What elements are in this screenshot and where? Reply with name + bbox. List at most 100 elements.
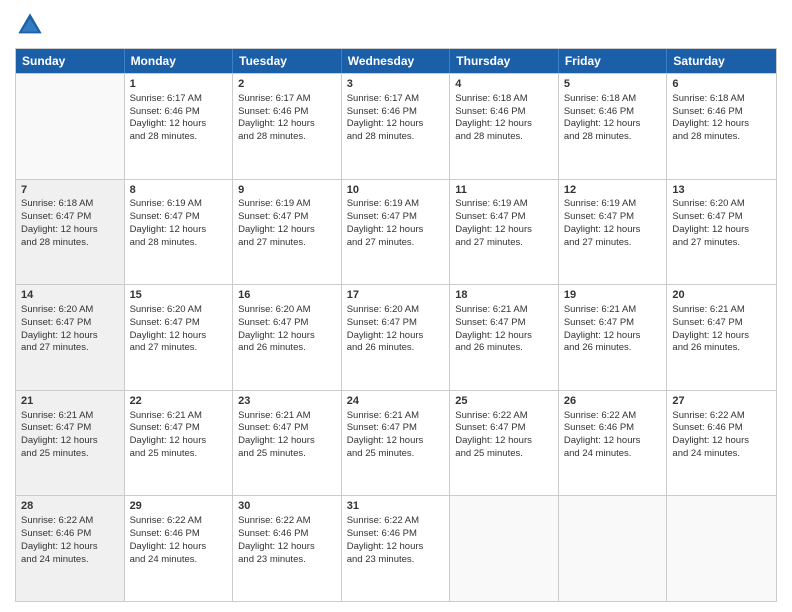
day-number: 5 xyxy=(564,77,662,92)
calendar: SundayMondayTuesdayWednesdayThursdayFrid… xyxy=(15,48,777,602)
calendar-cell: 22Sunrise: 6:21 AM Sunset: 6:47 PM Dayli… xyxy=(125,391,234,496)
calendar-cell: 20Sunrise: 6:21 AM Sunset: 6:47 PM Dayli… xyxy=(667,285,776,390)
cell-text: Sunrise: 6:20 AM Sunset: 6:47 PM Dayligh… xyxy=(347,304,445,355)
calendar-cell: 7Sunrise: 6:18 AM Sunset: 6:47 PM Daylig… xyxy=(16,180,125,285)
cell-text: Sunrise: 6:21 AM Sunset: 6:47 PM Dayligh… xyxy=(21,410,119,461)
calendar-cell: 5Sunrise: 6:18 AM Sunset: 6:46 PM Daylig… xyxy=(559,74,668,179)
day-number: 19 xyxy=(564,288,662,303)
cell-text: Sunrise: 6:22 AM Sunset: 6:46 PM Dayligh… xyxy=(347,515,445,566)
calendar-cell: 29Sunrise: 6:22 AM Sunset: 6:46 PM Dayli… xyxy=(125,496,234,601)
cell-text: Sunrise: 6:19 AM Sunset: 6:47 PM Dayligh… xyxy=(347,198,445,249)
day-number: 7 xyxy=(21,183,119,198)
day-number: 8 xyxy=(130,183,228,198)
header-day: Saturday xyxy=(667,49,776,73)
header xyxy=(15,10,777,40)
logo-icon xyxy=(15,10,45,40)
calendar-cell: 3Sunrise: 6:17 AM Sunset: 6:46 PM Daylig… xyxy=(342,74,451,179)
cell-text: Sunrise: 6:22 AM Sunset: 6:46 PM Dayligh… xyxy=(564,410,662,461)
day-number: 6 xyxy=(672,77,771,92)
cell-text: Sunrise: 6:21 AM Sunset: 6:47 PM Dayligh… xyxy=(672,304,771,355)
day-number: 27 xyxy=(672,394,771,409)
calendar-row: 14Sunrise: 6:20 AM Sunset: 6:47 PM Dayli… xyxy=(16,284,776,390)
calendar-cell: 30Sunrise: 6:22 AM Sunset: 6:46 PM Dayli… xyxy=(233,496,342,601)
calendar-cell xyxy=(450,496,559,601)
day-number: 28 xyxy=(21,499,119,514)
cell-text: Sunrise: 6:17 AM Sunset: 6:46 PM Dayligh… xyxy=(238,93,336,144)
day-number: 22 xyxy=(130,394,228,409)
calendar-header: SundayMondayTuesdayWednesdayThursdayFrid… xyxy=(16,49,776,73)
cell-text: Sunrise: 6:20 AM Sunset: 6:47 PM Dayligh… xyxy=(130,304,228,355)
day-number: 13 xyxy=(672,183,771,198)
day-number: 31 xyxy=(347,499,445,514)
day-number: 10 xyxy=(347,183,445,198)
cell-text: Sunrise: 6:22 AM Sunset: 6:46 PM Dayligh… xyxy=(672,410,771,461)
calendar-row: 28 Sunrise: 6:22 AM Sunset: 6:46 PM Dayli… xyxy=(16,495,776,601)
header-day: Friday xyxy=(559,49,668,73)
cell-text: Sunrise: 6:22 AM Sunset: 6:46 PM Dayligh… xyxy=(238,515,336,566)
cell-text: Sunrise: 6:21 AM Sunset: 6:47 PM Dayligh… xyxy=(238,410,336,461)
cell-text: Sunrise: 6:20 AM Sunset: 6:47 PM Dayligh… xyxy=(21,304,119,355)
day-number: 24 xyxy=(347,394,445,409)
day-number: 29 xyxy=(130,499,228,514)
calendar-cell: 25Sunrise: 6:22 AM Sunset: 6:47 PM Dayli… xyxy=(450,391,559,496)
calendar-cell: 23Sunrise: 6:21 AM Sunset: 6:47 PM Dayli… xyxy=(233,391,342,496)
calendar-cell: 24Sunrise: 6:21 AM Sunset: 6:47 PM Dayli… xyxy=(342,391,451,496)
calendar-cell: 28Sunrise: 6:22 AM Sunset: 6:46 PM Dayli… xyxy=(16,496,125,601)
calendar-row: 7Sunrise: 6:18 AM Sunset: 6:47 PM Daylig… xyxy=(16,179,776,285)
day-number: 18 xyxy=(455,288,553,303)
cell-text: Sunrise: 6:17 AM Sunset: 6:46 PM Dayligh… xyxy=(130,93,228,144)
cell-text: Sunrise: 6:21 AM Sunset: 6:47 PM Dayligh… xyxy=(455,304,553,355)
cell-text: Sunrise: 6:19 AM Sunset: 6:47 PM Dayligh… xyxy=(130,198,228,249)
calendar-cell xyxy=(667,496,776,601)
day-number: 20 xyxy=(672,288,771,303)
day-number: 12 xyxy=(564,183,662,198)
calendar-cell: 19Sunrise: 6:21 AM Sunset: 6:47 PM Dayli… xyxy=(559,285,668,390)
calendar-row: 21Sunrise: 6:21 AM Sunset: 6:47 PM Dayli… xyxy=(16,390,776,496)
calendar-cell: 6Sunrise: 6:18 AM Sunset: 6:46 PM Daylig… xyxy=(667,74,776,179)
day-number: 30 xyxy=(238,499,336,514)
day-number: 21 xyxy=(21,394,119,409)
calendar-body: 1Sunrise: 6:17 AM Sunset: 6:46 PM Daylig… xyxy=(16,73,776,601)
cell-text: Sunrise: 6:18 AM Sunset: 6:46 PM Dayligh… xyxy=(672,93,771,144)
cell-text: Sunrise: 6:19 AM Sunset: 6:47 PM Dayligh… xyxy=(238,198,336,249)
calendar-row: 1Sunrise: 6:17 AM Sunset: 6:46 PM Daylig… xyxy=(16,73,776,179)
calendar-cell: 14Sunrise: 6:20 AM Sunset: 6:47 PM Dayli… xyxy=(16,285,125,390)
cell-text: Sunrise: 6:22 AM Sunset: 6:47 PM Dayligh… xyxy=(455,410,553,461)
day-number: 15 xyxy=(130,288,228,303)
day-number: 23 xyxy=(238,394,336,409)
day-number: 4 xyxy=(455,77,553,92)
cell-text: Sunrise: 6:21 AM Sunset: 6:47 PM Dayligh… xyxy=(347,410,445,461)
header-day: Tuesday xyxy=(233,49,342,73)
calendar-cell xyxy=(16,74,125,179)
day-number: 1 xyxy=(130,77,228,92)
calendar-cell: 2Sunrise: 6:17 AM Sunset: 6:46 PM Daylig… xyxy=(233,74,342,179)
day-number: 16 xyxy=(238,288,336,303)
header-day: Sunday xyxy=(16,49,125,73)
day-number: 9 xyxy=(238,183,336,198)
calendar-cell: 18Sunrise: 6:21 AM Sunset: 6:47 PM Dayli… xyxy=(450,285,559,390)
calendar-cell: 11Sunrise: 6:19 AM Sunset: 6:47 PM Dayli… xyxy=(450,180,559,285)
calendar-cell: 12Sunrise: 6:19 AM Sunset: 6:47 PM Dayli… xyxy=(559,180,668,285)
header-day: Monday xyxy=(125,49,234,73)
day-number: 2 xyxy=(238,77,336,92)
cell-text: Sunrise: 6:21 AM Sunset: 6:47 PM Dayligh… xyxy=(564,304,662,355)
calendar-cell: 27Sunrise: 6:22 AM Sunset: 6:46 PM Dayli… xyxy=(667,391,776,496)
cell-text: Sunrise: 6:22 AM Sunset: 6:46 PM Dayligh… xyxy=(130,515,228,566)
day-number: 3 xyxy=(347,77,445,92)
cell-text: Sunrise: 6:18 AM Sunset: 6:47 PM Dayligh… xyxy=(21,198,119,249)
calendar-cell: 17Sunrise: 6:20 AM Sunset: 6:47 PM Dayli… xyxy=(342,285,451,390)
calendar-cell: 1Sunrise: 6:17 AM Sunset: 6:46 PM Daylig… xyxy=(125,74,234,179)
calendar-cell: 31Sunrise: 6:22 AM Sunset: 6:46 PM Dayli… xyxy=(342,496,451,601)
calendar-cell: 16Sunrise: 6:20 AM Sunset: 6:47 PM Dayli… xyxy=(233,285,342,390)
day-number: 14 xyxy=(21,288,119,303)
day-number: 25 xyxy=(455,394,553,409)
calendar-cell: 21Sunrise: 6:21 AM Sunset: 6:47 PM Dayli… xyxy=(16,391,125,496)
calendar-cell: 9Sunrise: 6:19 AM Sunset: 6:47 PM Daylig… xyxy=(233,180,342,285)
calendar-cell: 8Sunrise: 6:19 AM Sunset: 6:47 PM Daylig… xyxy=(125,180,234,285)
logo xyxy=(15,10,49,40)
cell-text: Sunrise: 6:17 AM Sunset: 6:46 PM Dayligh… xyxy=(347,93,445,144)
cell-text: Sunrise: 6:19 AM Sunset: 6:47 PM Dayligh… xyxy=(455,198,553,249)
page: SundayMondayTuesdayWednesdayThursdayFrid… xyxy=(0,0,792,612)
cell-text: Sunrise: 6:21 AM Sunset: 6:47 PM Dayligh… xyxy=(130,410,228,461)
calendar-cell: 4Sunrise: 6:18 AM Sunset: 6:46 PM Daylig… xyxy=(450,74,559,179)
